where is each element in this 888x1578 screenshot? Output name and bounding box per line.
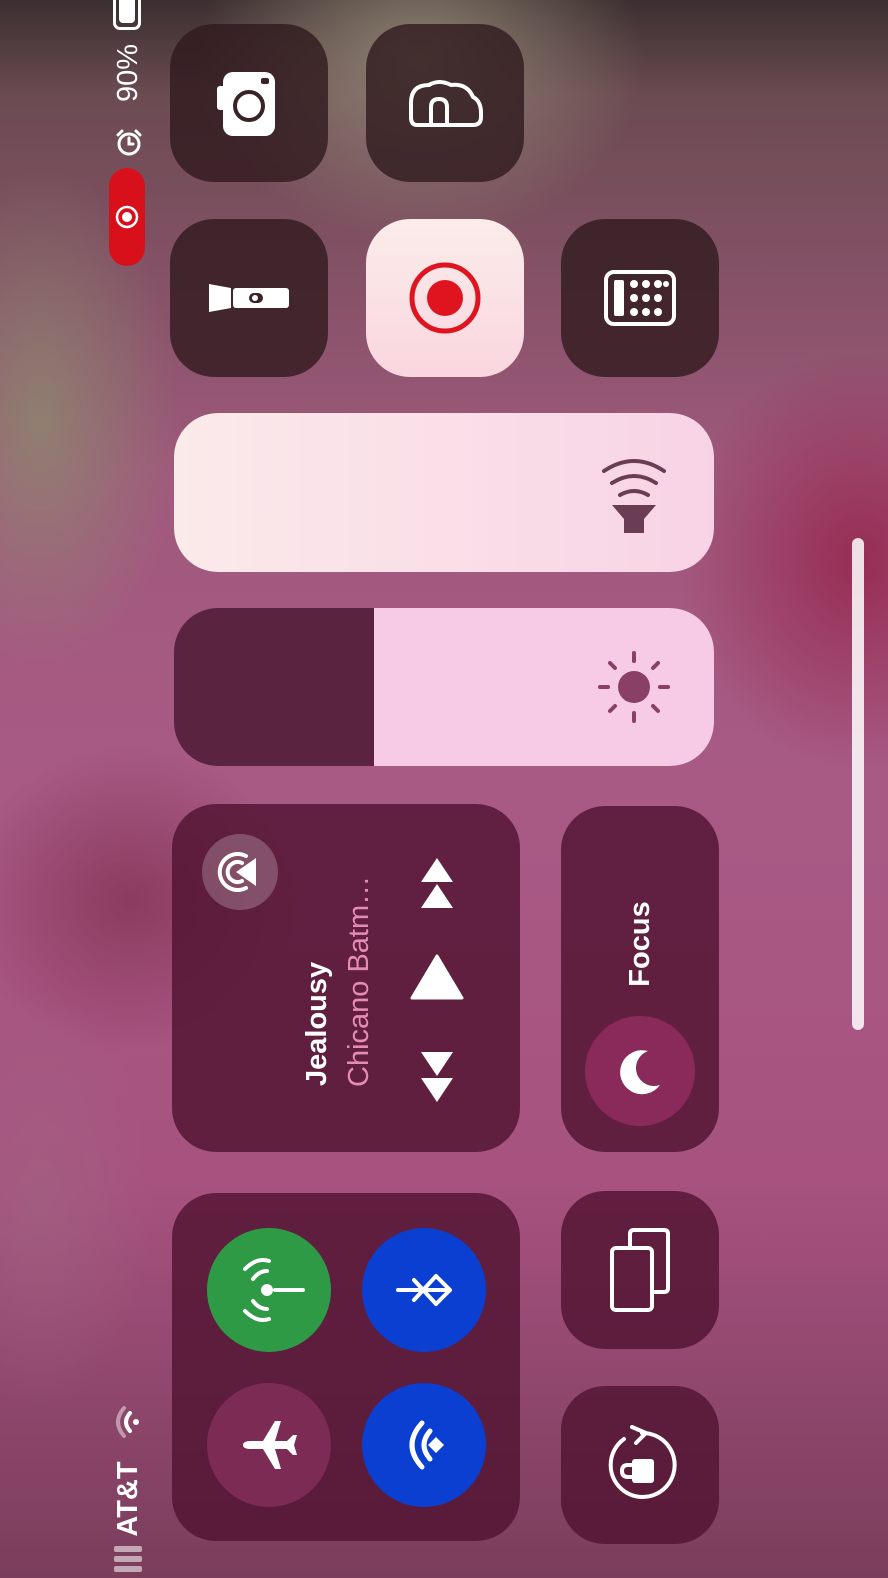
now-playing-module[interactable]: Jealousy Chicano Batm…: [172, 804, 520, 1152]
play-button[interactable]: [410, 952, 464, 1002]
bluetooth-icon: [396, 1274, 452, 1306]
cellular-toggle[interactable]: [207, 1228, 331, 1352]
airplane-mode-toggle[interactable]: [207, 1383, 331, 1507]
airplay-icon: [217, 852, 256, 892]
camera-icon: [217, 72, 275, 136]
screen-record-button[interactable]: [366, 219, 524, 377]
screen-mirroring-button[interactable]: [561, 1191, 719, 1349]
flashlight-button[interactable]: [170, 219, 328, 377]
flashlight-icon: [209, 284, 289, 312]
calculator-icon: [604, 270, 676, 326]
calculator-button[interactable]: [561, 219, 719, 377]
next-track-icon: [421, 858, 453, 908]
connectivity-module: [172, 1193, 520, 1541]
moon-icon: [620, 1050, 660, 1095]
track-artist: Chicano Batm…: [343, 875, 375, 1087]
airplane-icon: [243, 1421, 297, 1469]
wifi-toggle[interactable]: [362, 1383, 486, 1507]
volume-slider[interactable]: [174, 413, 714, 572]
camera-button[interactable]: [170, 24, 328, 182]
wifi-icon: [409, 1420, 444, 1470]
focus-label: Focus: [624, 901, 656, 987]
airplay-button[interactable]: [202, 834, 278, 910]
carrier-name: AT&T: [112, 1461, 144, 1537]
next-track-button[interactable]: [417, 854, 457, 914]
home-icon: [409, 80, 483, 127]
previous-track-icon: [421, 1052, 453, 1102]
brightness-slider[interactable]: [174, 608, 714, 766]
signal-icon: [114, 1544, 142, 1578]
battery-percent: 90%: [112, 43, 144, 103]
record-icon: [409, 262, 481, 334]
scroll-indicator[interactable]: [852, 538, 864, 1030]
home-button[interactable]: [366, 24, 524, 182]
status-bar: 90% AT&T: [100, 0, 156, 1578]
alarm-icon: [116, 129, 142, 156]
recording-indicator-icon[interactable]: [109, 168, 145, 266]
orientation-lock-button[interactable]: [561, 1386, 719, 1544]
track-title: Jealousy: [301, 961, 333, 1086]
focus-toggle[interactable]: [585, 1016, 695, 1126]
bluetooth-toggle[interactable]: [362, 1228, 486, 1352]
orientation-lock-icon: [608, 1425, 677, 1499]
cellular-icon: [243, 1258, 305, 1322]
screen-mirror-icon: [610, 1228, 670, 1312]
focus-button[interactable]: Focus: [561, 806, 719, 1152]
battery-icon: [113, 0, 141, 30]
sun-icon: [598, 651, 670, 723]
wifi-status-icon: [116, 1406, 139, 1438]
previous-track-button[interactable]: [417, 1048, 457, 1108]
speaker-icon: [602, 459, 666, 533]
play-icon: [410, 954, 464, 1000]
